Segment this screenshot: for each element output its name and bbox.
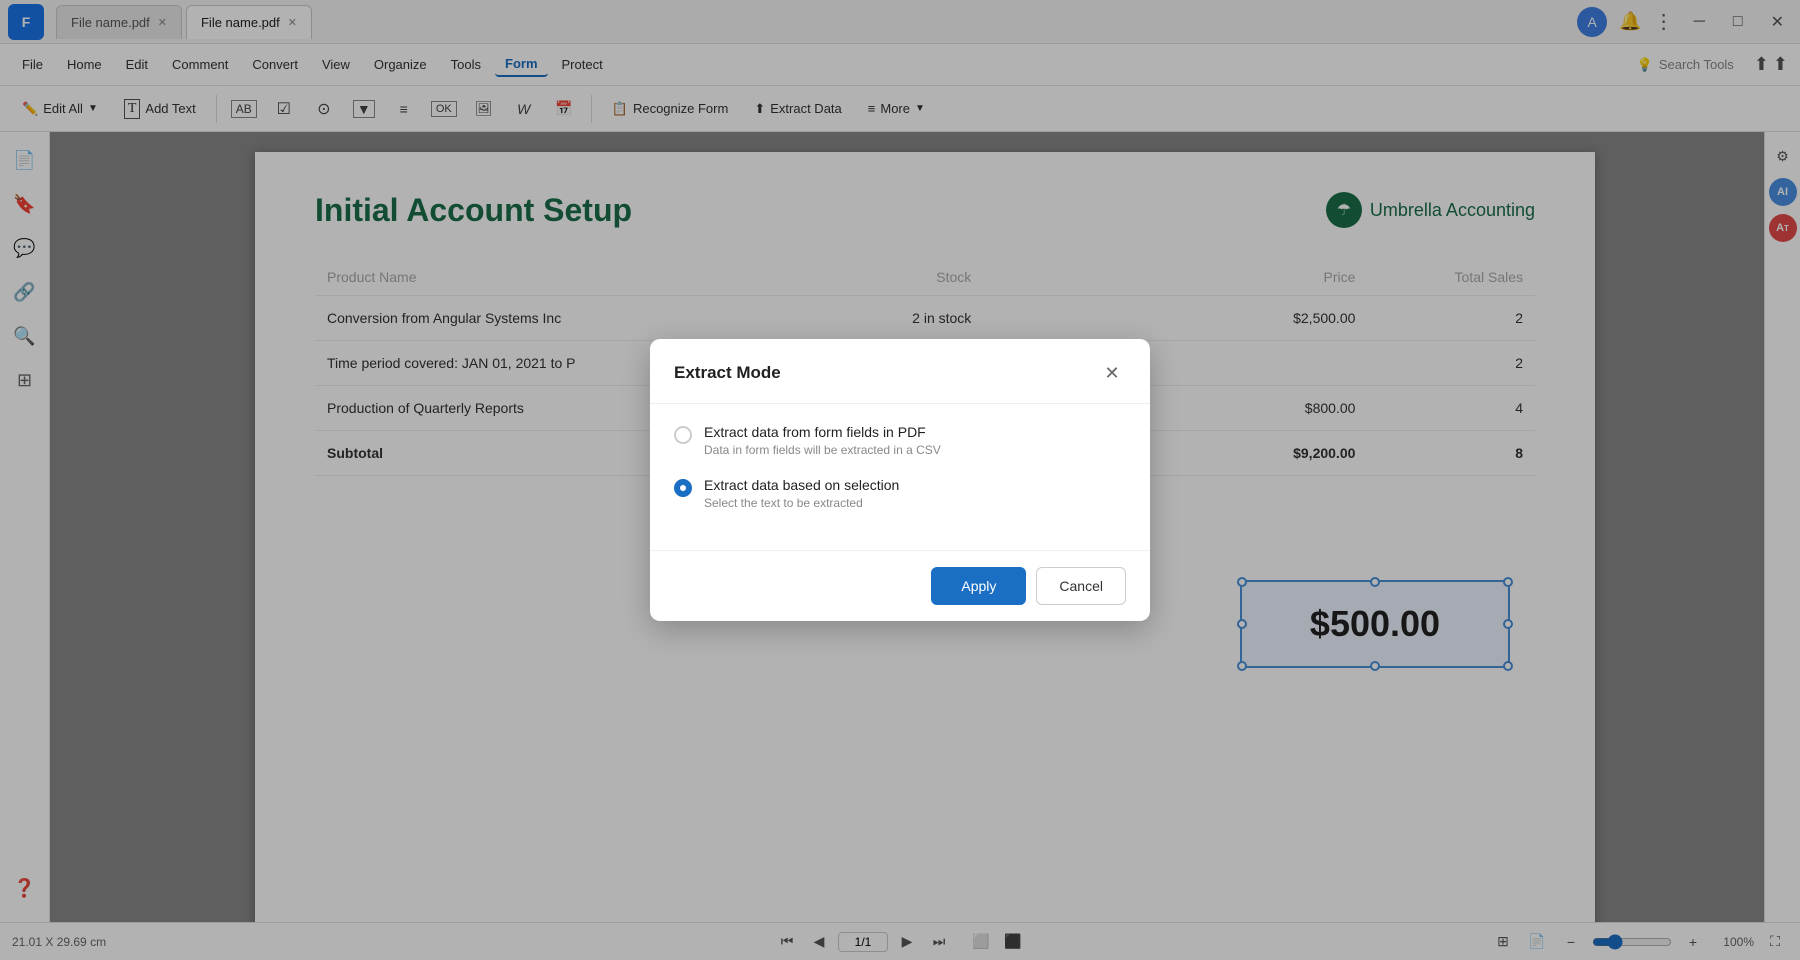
radio-desc-1: Data in form fields will be extracted in… [704,443,941,457]
radio-option-2[interactable]: Extract data based on selection Select t… [674,477,1126,510]
radio-circle-2[interactable] [674,479,692,497]
radio-label-2: Extract data based on selection [704,477,899,493]
modal-body: Extract data from form fields in PDF Dat… [650,404,1150,550]
modal-header: Extract Mode ✕ [650,339,1150,404]
radio-option-1-text: Extract data from form fields in PDF Dat… [704,424,941,457]
radio-option-2-text: Extract data based on selection Select t… [704,477,899,510]
radio-option-1[interactable]: Extract data from form fields in PDF Dat… [674,424,1126,457]
modal-footer: Apply Cancel [650,550,1150,621]
modal-title: Extract Mode [674,363,781,383]
extract-mode-modal: Extract Mode ✕ Extract data from form fi… [650,339,1150,621]
radio-label-1: Extract data from form fields in PDF [704,424,941,440]
modal-overlay: Extract Mode ✕ Extract data from form fi… [0,0,1800,960]
cancel-button[interactable]: Cancel [1036,567,1126,605]
modal-close-button[interactable]: ✕ [1098,359,1126,387]
radio-desc-2: Select the text to be extracted [704,496,899,510]
apply-button[interactable]: Apply [931,567,1026,605]
radio-circle-1[interactable] [674,426,692,444]
